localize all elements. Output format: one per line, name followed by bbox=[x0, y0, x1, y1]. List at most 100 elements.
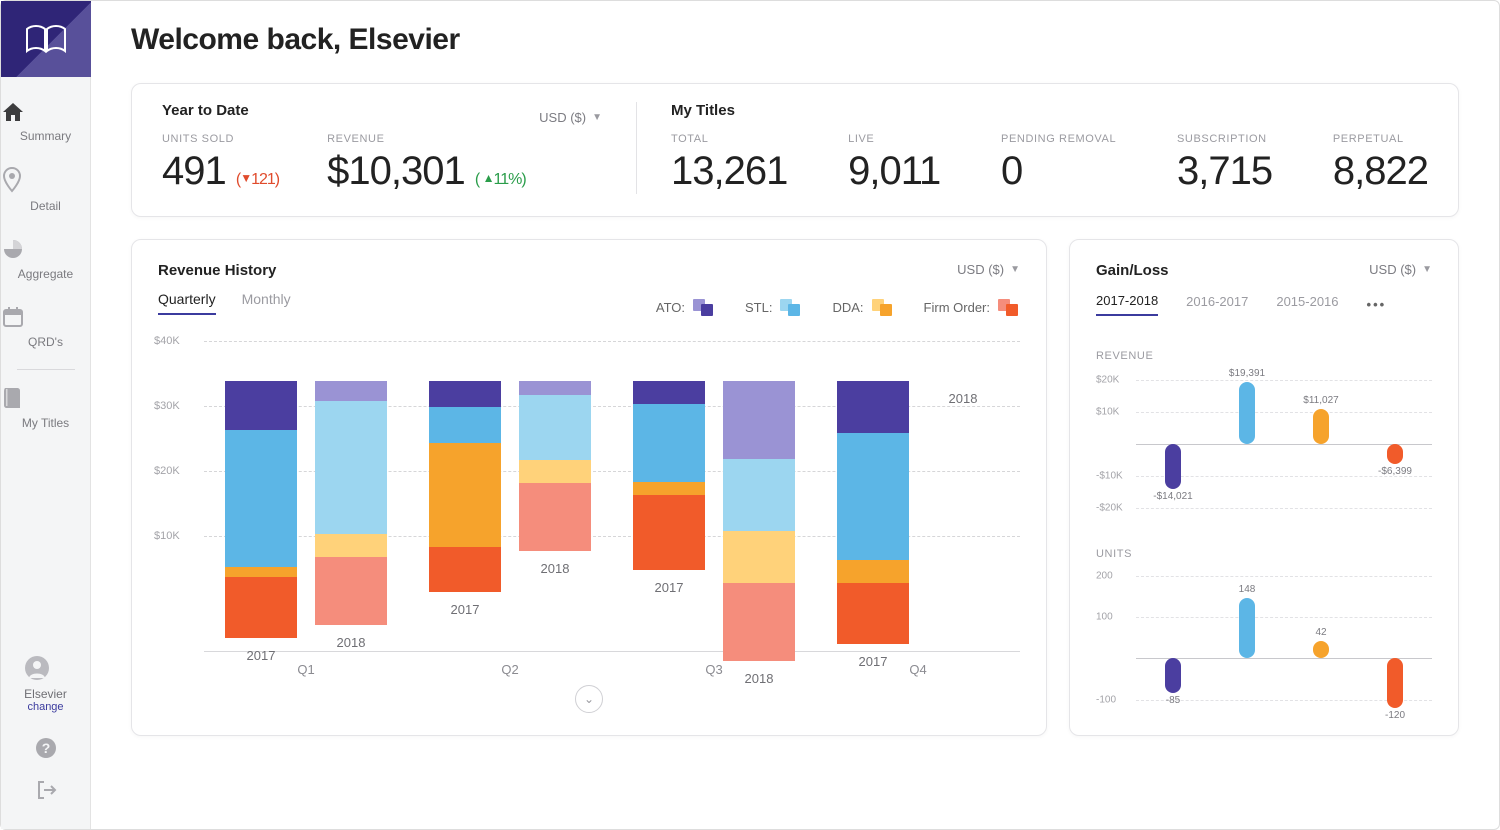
x-tick-label: 2018 bbox=[745, 671, 774, 686]
sidebar-item-detail[interactable]: Detail bbox=[1, 157, 90, 227]
stat-value-units: 491 (▼121) bbox=[162, 149, 279, 194]
sidebar-item-qrds[interactable]: QRD's bbox=[1, 295, 90, 363]
y-tick-label: $20K bbox=[1096, 375, 1119, 386]
bar-column: 2018 bbox=[723, 381, 795, 641]
bar-segment-dda bbox=[723, 531, 795, 583]
bar-segment-ato bbox=[837, 381, 909, 433]
stat-label: PERPETUAL bbox=[1333, 133, 1428, 145]
x-tick-label: 2017 bbox=[859, 654, 888, 669]
brand-logo bbox=[1, 1, 91, 77]
legend-item-firm[interactable]: Firm Order: bbox=[924, 299, 1020, 315]
panel-title: Revenue History bbox=[158, 262, 276, 279]
year-tab[interactable]: 2015-2016 bbox=[1276, 294, 1338, 315]
chart-legend: ATO: STL: DDA: Firm Order: bbox=[656, 299, 1020, 315]
x-tick-label: 2017 bbox=[247, 648, 276, 663]
ytd-title: Year to Date bbox=[162, 102, 249, 119]
mini-chart-title: REVENUE bbox=[1096, 350, 1432, 362]
legend-swatch bbox=[998, 299, 1020, 315]
x-tick-label: 2018 bbox=[949, 391, 978, 406]
mini-bar: $11,027 bbox=[1313, 374, 1329, 514]
sidebar-item-mytitles[interactable]: My Titles bbox=[1, 376, 90, 444]
y-tick-label: $10K bbox=[154, 530, 180, 542]
bar-segment-firm bbox=[225, 577, 297, 639]
stat-label: UNITS SOLD bbox=[162, 133, 279, 145]
bar-segment-dda bbox=[429, 443, 501, 547]
bar-segment-ato bbox=[225, 381, 297, 430]
currency-select-gainloss[interactable]: USD ($) ▼ bbox=[1369, 262, 1432, 277]
quarter-label: Q2 bbox=[408, 651, 612, 677]
more-years-button[interactable]: ••• bbox=[1367, 297, 1387, 312]
y-tick-label: $40K bbox=[154, 335, 180, 347]
bar-segment-dda bbox=[225, 567, 297, 577]
expand-chart-button[interactable]: ⌄ bbox=[575, 685, 603, 713]
bar-segment-dda bbox=[315, 534, 387, 557]
bar-column: 2017 bbox=[225, 381, 297, 641]
bar-segment-stl bbox=[519, 395, 591, 460]
chevron-down-icon: ▼ bbox=[592, 112, 602, 123]
x-tick-label: 2017 bbox=[451, 602, 480, 617]
tab-monthly[interactable]: Monthly bbox=[242, 291, 291, 315]
chevron-down-icon: ▼ bbox=[1010, 264, 1020, 275]
user-name: Elsevier bbox=[24, 687, 67, 701]
sidebar-item-label: Detail bbox=[1, 199, 90, 213]
data-label: 148 bbox=[1239, 584, 1256, 595]
legend-item-ato[interactable]: ATO: bbox=[656, 299, 715, 315]
bar-segment-ato bbox=[519, 381, 591, 395]
panel-title: Gain/Loss bbox=[1096, 262, 1169, 279]
legend-item-dda[interactable]: DDA: bbox=[832, 299, 893, 315]
bar-segment-ato bbox=[633, 381, 705, 404]
stat-label: REVENUE bbox=[327, 133, 526, 145]
legend-label: DDA: bbox=[832, 300, 863, 315]
page-title: Welcome back, Elsevier bbox=[131, 23, 1459, 57]
stat-label: SUBSCRIPTION bbox=[1177, 133, 1272, 145]
y-tick-label: 200 bbox=[1096, 571, 1113, 582]
mini-bar: -$14,021 bbox=[1165, 374, 1181, 514]
currency-label: USD ($) bbox=[539, 110, 586, 125]
bar-segment-ato bbox=[315, 381, 387, 401]
mini-bar: $19,391 bbox=[1239, 374, 1255, 514]
year-tab[interactable]: 2016-2017 bbox=[1186, 294, 1248, 315]
revenue-history-chart: $10K$20K$30K$40K201720182017201820172018… bbox=[158, 341, 1020, 641]
pie-icon bbox=[1, 237, 25, 261]
bar-column: 2018 bbox=[519, 381, 591, 641]
y-tick-label: $10K bbox=[1096, 407, 1119, 418]
legend-label: ATO: bbox=[656, 300, 685, 315]
year-tab[interactable]: 2017-2018 bbox=[1096, 293, 1158, 316]
sidebar-item-aggregate[interactable]: Aggregate bbox=[1, 227, 90, 295]
stat-value: 13,261 bbox=[671, 149, 787, 194]
help-icon: ? bbox=[35, 737, 57, 759]
y-tick-label: -$10K bbox=[1096, 470, 1123, 481]
pin-icon bbox=[1, 167, 23, 193]
currency-select-stats[interactable]: USD ($) ▼ bbox=[539, 110, 602, 125]
stat-label: TOTAL bbox=[671, 133, 787, 145]
tab-quarterly[interactable]: Quarterly bbox=[158, 291, 216, 315]
bar-column: 2017 bbox=[633, 381, 705, 641]
bar-segment-dda bbox=[519, 460, 591, 483]
mini-bar: -$6,399 bbox=[1387, 374, 1403, 514]
main-content: Welcome back, Elsevier Year to Date USD … bbox=[91, 1, 1499, 829]
chevron-down-icon: ⌄ bbox=[584, 692, 594, 706]
data-label: $11,027 bbox=[1303, 395, 1338, 406]
legend-label: Firm Order: bbox=[924, 300, 990, 315]
sidebar-item-summary[interactable]: Summary bbox=[1, 91, 90, 157]
legend-item-stl[interactable]: STL: bbox=[745, 299, 802, 315]
bar-segment-stl bbox=[225, 430, 297, 567]
home-icon bbox=[1, 101, 25, 123]
help-button[interactable]: ? bbox=[35, 727, 57, 769]
gain-loss-panel: Gain/Loss USD ($) ▼ 2017-2018 2016-2017 20… bbox=[1069, 239, 1459, 736]
bar-segment-ato bbox=[429, 381, 501, 407]
bar-segment-stl bbox=[723, 459, 795, 531]
data-label: -120 bbox=[1385, 710, 1405, 721]
y-tick-label: -$20K bbox=[1096, 502, 1123, 513]
stat-value: 8,822 bbox=[1333, 149, 1428, 194]
chevron-down-icon: ▼ bbox=[1422, 264, 1432, 275]
avatar-icon bbox=[24, 655, 50, 681]
logout-button[interactable] bbox=[35, 769, 57, 811]
stat-value: 9,011 bbox=[848, 149, 940, 194]
user-switcher[interactable]: Elsevier change bbox=[24, 655, 67, 713]
legend-swatch bbox=[872, 299, 894, 315]
bar-segment-stl bbox=[315, 401, 387, 534]
x-tick-label: 2017 bbox=[655, 580, 684, 595]
currency-select-revhist[interactable]: USD ($) ▼ bbox=[957, 262, 1020, 277]
user-change-link[interactable]: change bbox=[24, 701, 67, 713]
